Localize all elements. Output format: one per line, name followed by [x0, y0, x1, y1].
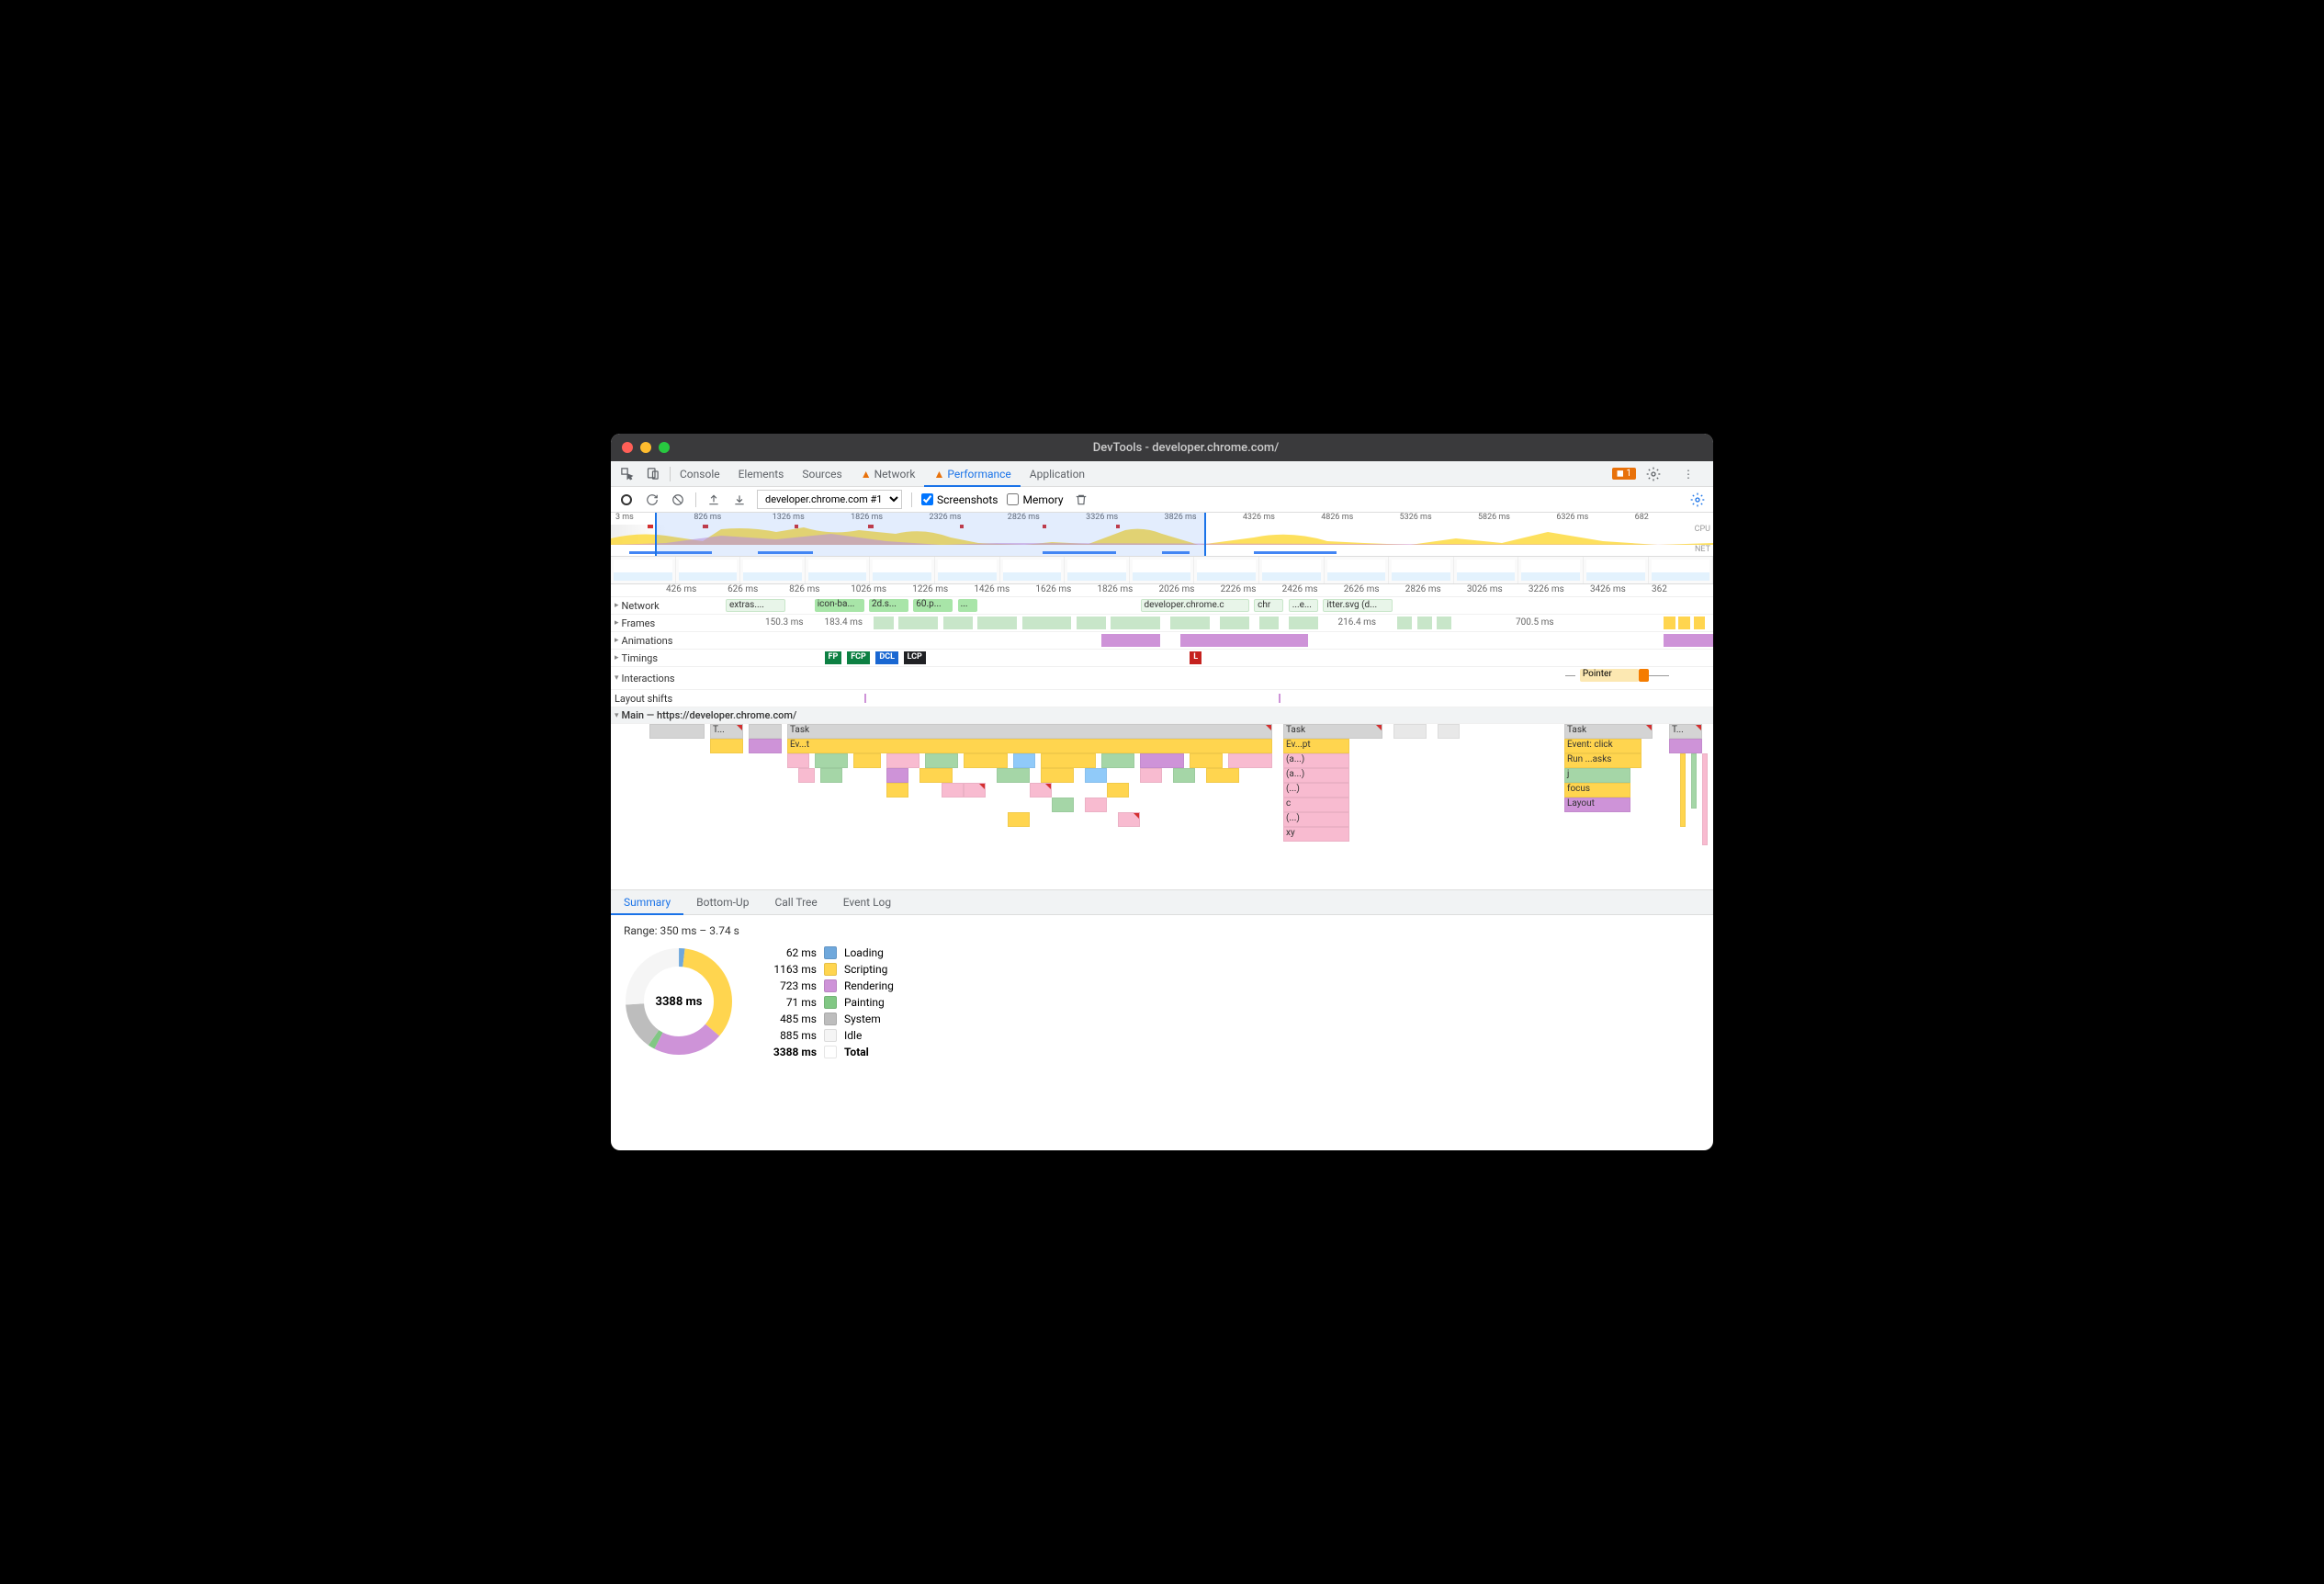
network-request[interactable]: 2d.s... — [869, 599, 908, 612]
main-ruler: 426 ms626 ms826 ms1026 ms1226 ms1426 ms1… — [611, 584, 1713, 597]
interactions-track[interactable]: ▾Interactions Pointer — [611, 667, 1713, 690]
cpu-label: CPU — [1695, 525, 1710, 534]
interaction-pointer[interactable]: Pointer — [1580, 669, 1640, 682]
devtools-tabs: ConsoleElementsSources▲Network▲Performan… — [611, 461, 1713, 487]
legend-system: 485 msSystem — [762, 1013, 894, 1025]
frames-track[interactable]: ▸Frames 150.3 ms 183.4 ms 216.4 ms 700.5… — [611, 615, 1713, 632]
network-track[interactable]: ▸Network extras.... icon-ba... 2d.s... 6… — [611, 597, 1713, 615]
animations-track[interactable]: ▸Animations — [611, 632, 1713, 650]
timing-dcl[interactable]: DCL — [875, 651, 898, 664]
legend-scripting: 1163 msScripting — [762, 963, 894, 976]
main-thread-header[interactable]: ▾Main — https://developer.chrome.com/ — [611, 707, 1713, 724]
details-tabs: SummaryBottom-UpCall TreeEvent Log — [611, 889, 1713, 915]
legend-idle: 885 msIdle — [762, 1029, 894, 1042]
device-toggle-icon[interactable] — [644, 466, 660, 482]
timing-lcp[interactable]: LCP — [904, 651, 926, 664]
tab-call-tree[interactable]: Call Tree — [762, 890, 829, 914]
screenshots-filmstrip[interactable] — [611, 557, 1713, 584]
network-request[interactable]: itter.svg (d... — [1323, 599, 1392, 612]
summary-panel: Range: 350 ms – 3.74 s 3388 ms 62 msLoad… — [611, 915, 1713, 1068]
reload-record-button[interactable] — [644, 492, 660, 508]
upload-profile-button[interactable] — [705, 492, 722, 508]
network-request[interactable]: ...e... — [1289, 599, 1318, 612]
network-request[interactable]: ... — [958, 599, 978, 612]
tracks-pane: ▸Network extras.... icon-ba... 2d.s... 6… — [611, 597, 1713, 889]
overview-pane[interactable]: 3 ms826 ms1326 ms1826 ms2326 ms2826 ms33… — [611, 513, 1713, 557]
expand-arrow-icon[interactable]: ▸ — [615, 601, 619, 610]
minimize-button[interactable] — [640, 442, 651, 453]
network-request[interactable]: icon-ba... — [815, 599, 864, 612]
network-request[interactable]: extras.... — [726, 599, 785, 612]
download-profile-button[interactable] — [731, 492, 748, 508]
flame-chart[interactable]: T... Task Task Task T... Ev...t Ev...pt … — [611, 724, 1713, 889]
expand-arrow-icon[interactable]: ▸ — [615, 636, 619, 645]
expand-arrow-icon[interactable]: ▸ — [615, 618, 619, 628]
inspect-icon[interactable] — [618, 466, 635, 482]
capture-settings-icon[interactable] — [1689, 492, 1706, 508]
legend-painting: 71 msPainting — [762, 996, 894, 1009]
traffic-lights — [622, 442, 670, 453]
legend-total: 3388 msTotal — [762, 1046, 894, 1058]
warning-icon: ▲ — [933, 468, 944, 481]
more-icon[interactable]: ⋮ — [1680, 466, 1697, 482]
tab-elements[interactable]: Elements — [729, 462, 794, 486]
network-request[interactable]: chr — [1254, 599, 1283, 612]
net-label: NET — [1695, 545, 1710, 554]
clear-button[interactable] — [670, 492, 686, 508]
window-title: DevTools - developer.chrome.com/ — [670, 441, 1702, 455]
devtools-window: DevTools - developer.chrome.com/ Console… — [611, 434, 1713, 1150]
summary-donut-chart: 3388 ms — [624, 946, 734, 1057]
expand-arrow-icon[interactable]: ▸ — [615, 653, 619, 662]
overview-selection[interactable] — [655, 513, 1206, 556]
tab-performance[interactable]: ▲Performance — [924, 462, 1020, 486]
timings-track[interactable]: ▸Timings FP FCP DCL LCP L — [611, 650, 1713, 667]
tab-event-log[interactable]: Event Log — [830, 890, 904, 914]
layout-shifts-track[interactable]: Layout shifts — [611, 690, 1713, 707]
timing-load[interactable]: L — [1190, 651, 1201, 664]
record-button[interactable] — [618, 492, 635, 508]
tab-application[interactable]: Application — [1021, 462, 1094, 486]
collapse-arrow-icon[interactable]: ▾ — [615, 711, 619, 720]
issues-badge[interactable]: ◼ 1 — [1612, 468, 1636, 480]
maximize-button[interactable] — [659, 442, 670, 453]
tab-bottom-up[interactable]: Bottom-Up — [683, 890, 762, 914]
tab-console[interactable]: Console — [671, 462, 729, 486]
network-request[interactable]: developer.chrome.c — [1141, 599, 1249, 612]
collapse-arrow-icon[interactable]: ▾ — [615, 673, 619, 683]
screenshots-checkbox[interactable]: Screenshots — [921, 493, 998, 506]
garbage-collect-button[interactable] — [1073, 492, 1089, 508]
close-button[interactable] — [622, 442, 633, 453]
network-request[interactable]: 60.p... — [913, 599, 953, 612]
legend-rendering: 723 msRendering — [762, 979, 894, 992]
summary-legend: 62 msLoading 1163 msScripting 723 msRender… — [762, 946, 894, 1058]
tab-network[interactable]: ▲Network — [852, 462, 925, 486]
timing-fp[interactable]: FP — [825, 651, 842, 664]
warning-icon: ▲ — [861, 468, 872, 481]
profile-select[interactable]: developer.chrome.com #1 — [757, 490, 902, 509]
performance-toolbar: developer.chrome.com #1 Screenshots Memo… — [611, 487, 1713, 513]
settings-icon[interactable] — [1645, 466, 1662, 482]
timing-fcp[interactable]: FCP — [847, 651, 870, 664]
tab-summary[interactable]: Summary — [611, 890, 683, 914]
titlebar: DevTools - developer.chrome.com/ — [611, 434, 1713, 461]
range-label: Range: 350 ms – 3.74 s — [624, 924, 1700, 937]
legend-loading: 62 msLoading — [762, 946, 894, 959]
memory-checkbox[interactable]: Memory — [1007, 493, 1063, 506]
tab-sources[interactable]: Sources — [793, 462, 851, 486]
